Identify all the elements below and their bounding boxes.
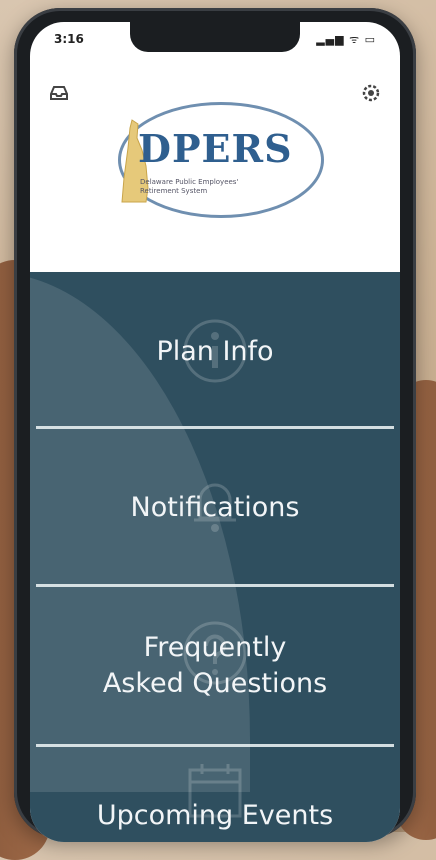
menu-divider bbox=[36, 584, 394, 587]
status-time: 3:16 bbox=[54, 32, 84, 46]
menu-divider bbox=[36, 744, 394, 747]
logo: DPERS Delaware Public Employees' Retirem… bbox=[30, 92, 400, 242]
logo-title: DPERS bbox=[138, 126, 293, 171]
menu-item-faq[interactable]: Frequently Asked Questions bbox=[30, 588, 400, 744]
menu-divider bbox=[36, 426, 394, 429]
logo-subtitle-line1: Delaware Public Employees' bbox=[140, 178, 239, 186]
status-icons: ▂▄▆ ᯤ ▭ bbox=[316, 33, 376, 46]
info-icon bbox=[183, 319, 247, 383]
bell-icon bbox=[194, 483, 236, 532]
phone-frame: 3:16 ▂▄▆ ᯤ ▭ DPERS Delaware Public Emplo… bbox=[14, 8, 416, 842]
logo-subtitle: Delaware Public Employees' Retirement Sy… bbox=[140, 178, 310, 196]
menu-item-notifications[interactable]: Notifications bbox=[30, 430, 400, 586]
question-icon bbox=[183, 621, 247, 685]
menu-item-plan-info[interactable]: Plan Info bbox=[30, 274, 400, 430]
menu-item-upcoming-events[interactable]: Upcoming Events bbox=[30, 748, 400, 842]
notch bbox=[130, 22, 300, 52]
phone-screen: 3:16 ▂▄▆ ᯤ ▭ DPERS Delaware Public Emplo… bbox=[30, 22, 400, 842]
logo-subtitle-line2: Retirement System bbox=[140, 187, 208, 195]
calendar-icon bbox=[188, 764, 242, 818]
